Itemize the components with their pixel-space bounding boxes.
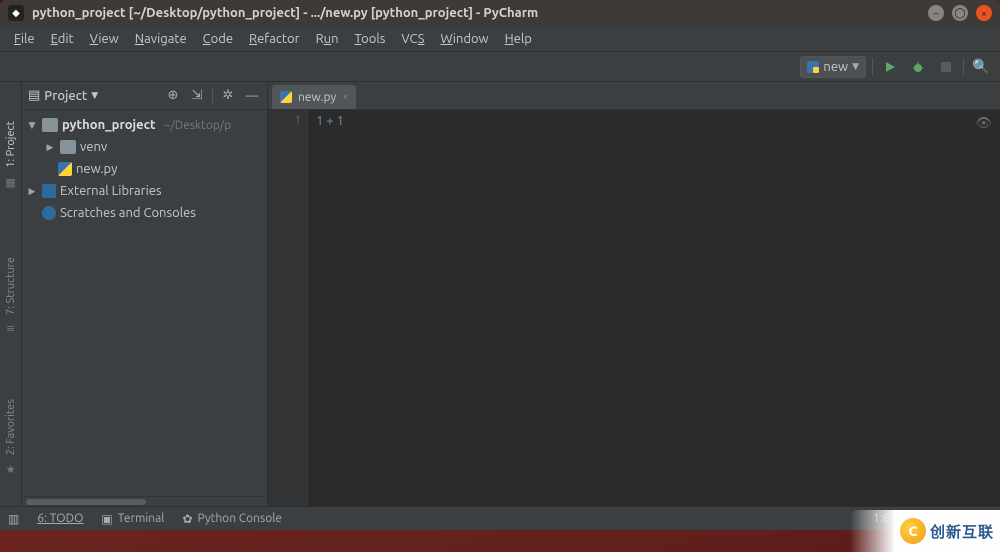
menu-help[interactable]: Help — [499, 30, 538, 48]
menubar: File Edit View Navigate Code Refactor Ru… — [0, 26, 1000, 52]
bottom-tab-terminal[interactable]: ▣ Terminal — [101, 512, 164, 526]
folder-icon: ▦ — [5, 176, 15, 189]
tree-item-scratches[interactable]: Scratches and Consoles — [24, 202, 265, 224]
dock-tab-favorites[interactable]: 2: Favorites — [5, 395, 17, 459]
folder-icon — [42, 118, 58, 132]
folder-icon — [60, 140, 76, 154]
code-area[interactable]: 1 + 1 👁 — [308, 110, 1000, 506]
close-button[interactable]: × — [976, 5, 992, 21]
debug-button[interactable] — [907, 56, 929, 78]
play-icon — [884, 61, 896, 73]
chevron-down-icon: ▼ — [91, 90, 98, 101]
python-icon — [807, 61, 819, 73]
tree-item-newpy[interactable]: new.py — [24, 158, 265, 180]
search-everywhere-button[interactable]: 🔍 — [970, 56, 992, 78]
terminal-icon: ▣ — [101, 512, 112, 526]
python-icon: ✿ — [182, 512, 192, 526]
editor-body[interactable]: 1 1 + 1 👁 — [268, 110, 1000, 506]
expand-all-button[interactable]: ⇲ — [188, 87, 206, 105]
toolbar: new ▼ 🔍 — [0, 52, 1000, 82]
code-line: 1 + 1 — [316, 114, 344, 128]
run-config-dropdown[interactable]: new ▼ — [800, 56, 866, 78]
dock-tab-project[interactable]: 1: Project — [5, 117, 17, 172]
python-file-icon — [280, 91, 292, 103]
hide-button[interactable]: — — [243, 87, 261, 105]
bottom-tab-todo[interactable]: 6: TODO — [37, 512, 83, 525]
settings-button[interactable]: ✲ — [219, 87, 237, 105]
separator — [212, 88, 213, 104]
chevron-down-icon[interactable]: ▼ — [26, 120, 38, 131]
menu-vcs[interactable]: VCS — [395, 30, 430, 48]
tree-item-external[interactable]: ▶ External Libraries — [24, 180, 265, 202]
menu-tools[interactable]: Tools — [349, 30, 392, 48]
menu-edit[interactable]: Edit — [45, 30, 80, 48]
close-tab-button[interactable]: × — [342, 91, 348, 103]
line-gutter: 1 — [268, 110, 308, 506]
menu-window[interactable]: Window — [434, 30, 494, 48]
menu-file[interactable]: File — [8, 30, 41, 48]
stop-icon — [941, 62, 951, 72]
dock-tab-structure[interactable]: 7: Structure — [5, 253, 17, 319]
horizontal-scrollbar[interactable] — [22, 496, 267, 506]
project-panel: ▤ Project ▼ ⊕ ⇲ ✲ — ▼ python_project — [22, 82, 268, 506]
editor: new.py × 1 1 + 1 👁 — [268, 82, 1000, 506]
window-title: python_project [~/Desktop/python_project… — [32, 6, 928, 20]
window-controls: – ◯ × — [928, 5, 992, 21]
menu-code[interactable]: Code — [197, 30, 239, 48]
maximize-button[interactable]: ◯ — [952, 5, 968, 21]
bug-icon — [911, 60, 925, 74]
ide-window: ◆ python_project [~/Desktop/python_proje… — [0, 0, 1000, 530]
separator — [872, 58, 873, 76]
watermark: C 创新互联 — [850, 510, 1000, 552]
stop-button[interactable] — [935, 56, 957, 78]
menu-run[interactable]: Run — [310, 30, 345, 48]
chevron-right-icon[interactable]: ▶ — [26, 186, 38, 197]
app-icon: ◆ — [8, 5, 24, 21]
scrollbar-thumb[interactable] — [26, 499, 146, 505]
watermark-logo: C — [900, 518, 926, 544]
bottom-tab-indicator[interactable]: ▥ — [8, 512, 19, 526]
scratches-icon — [42, 206, 56, 220]
run-config-label: new — [823, 60, 848, 74]
chevron-right-icon[interactable]: ▶ — [44, 142, 56, 153]
project-tree[interactable]: ▼ python_project ~/Desktop/p ▶ venv — [22, 110, 267, 496]
tree-root[interactable]: ▼ python_project ~/Desktop/p — [24, 114, 265, 136]
bottom-tab-pyconsole[interactable]: ✿ Python Console — [182, 512, 282, 526]
chevron-down-icon: ▼ — [852, 61, 859, 72]
run-button[interactable] — [879, 56, 901, 78]
editor-tab-newpy[interactable]: new.py × — [272, 85, 356, 109]
locate-button[interactable]: ⊕ — [164, 87, 182, 105]
watermark-text: 创新互联 — [930, 521, 994, 542]
main-area: 1: Project ▦ 7: Structure ≡ 2: Favorites… — [0, 82, 1000, 506]
inspections-eye-icon[interactable]: 👁 — [975, 116, 992, 131]
library-icon — [42, 184, 56, 198]
structure-icon: ≡ — [6, 322, 15, 335]
titlebar[interactable]: ◆ python_project [~/Desktop/python_proje… — [0, 0, 1000, 26]
editor-tabstrip: new.py × — [268, 82, 1000, 110]
separator — [963, 58, 964, 76]
star-icon: ★ — [6, 463, 16, 476]
python-file-icon — [58, 162, 72, 176]
menu-view[interactable]: View — [84, 30, 125, 48]
left-dock: 1: Project ▦ 7: Structure ≡ 2: Favorites… — [0, 82, 22, 506]
tree-item-venv[interactable]: ▶ venv — [24, 136, 265, 158]
project-view-icon: ▤ — [28, 88, 40, 103]
menu-navigate[interactable]: Navigate — [129, 30, 193, 48]
project-panel-title[interactable]: ▤ Project ▼ — [28, 88, 98, 103]
search-icon: 🔍 — [972, 58, 989, 75]
project-panel-header: ▤ Project ▼ ⊕ ⇲ ✲ — — [22, 82, 267, 110]
menu-refactor[interactable]: Refactor — [243, 30, 306, 48]
minimize-button[interactable]: – — [928, 5, 944, 21]
